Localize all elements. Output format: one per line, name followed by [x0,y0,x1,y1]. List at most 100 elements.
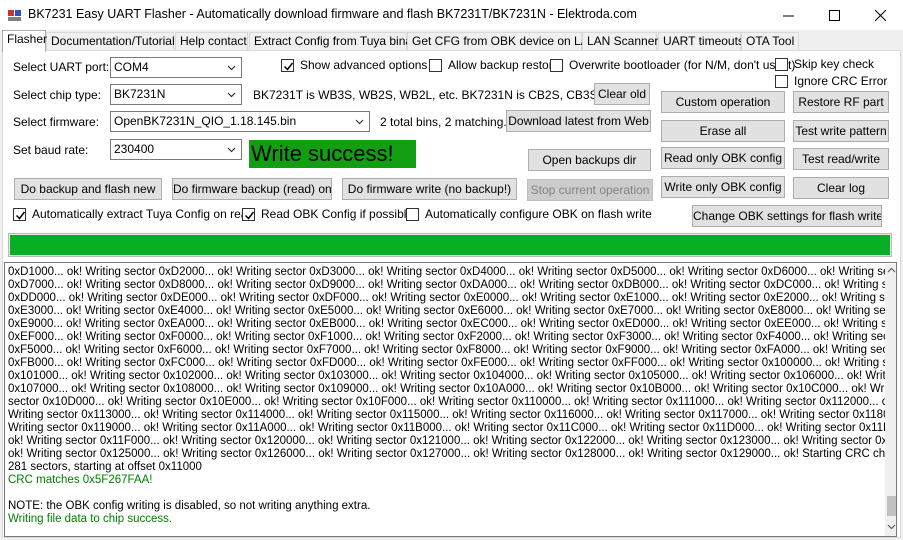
scroll-up-icon[interactable] [887,267,896,273]
uart-port-select[interactable]: COM4 [110,57,242,78]
maximize-button[interactable] [811,0,857,30]
log-line: 0x101000... ok! Writing sector 0x102000.… [8,370,897,382]
close-button[interactable] [857,0,903,30]
log-line: Writing sector 0x119000... ok! Writing s… [8,422,897,434]
overwrite-bootloader-label: Overwrite bootloader (for N/M, don't use… [569,58,796,72]
tab-get-cfg[interactable]: Get CFG from OBK device on LAN [407,32,597,51]
log-line: 0xDD000... ok! Writing sector 0xDE000...… [8,292,897,304]
checkbox-box [429,58,442,72]
open-backups-button[interactable]: Open backups dir [528,149,651,171]
auto-configure-obk-label: Automatically configure OBK on flash wri… [425,207,652,221]
read-obk-config-button[interactable]: Read only OBK config [661,147,785,169]
chip-type-label: Select chip type: [13,88,102,102]
auto-configure-obk-checkbox[interactable]: Automatically configure OBK on flash wri… [406,207,652,221]
restore-rf-button[interactable]: Restore RF part [793,91,889,113]
checkbox-box [406,207,419,221]
change-obk-settings-button[interactable]: Change OBK settings for flash write [692,205,882,227]
check-icon [15,211,26,220]
log-line: 281 sectors, starting at offset 0x11000 [8,461,202,473]
log-line: Writing file data to chip success. [8,513,173,525]
app-icon [8,10,21,21]
check-icon [283,62,294,71]
chip-type-select[interactable]: BK7231N [110,84,242,105]
scrollbar-thumb[interactable] [887,496,896,516]
baud-rate-label: Set baud rate: [13,143,89,157]
minimize-icon [782,15,794,16]
stop-operation-button[interactable]: Stop current operation [527,179,653,201]
read-obk-config-label: Read OBK Config if possible [261,207,414,221]
log-line: Writing sector 0x113000... ok! Writing s… [8,409,897,421]
checkbox-box [550,58,563,72]
tab-documentation[interactable]: Documentation/Tutorials [46,32,181,51]
chip-type-value: BK7231N [114,87,166,101]
log-output[interactable]: 0xD1000... ok! Writing sector 0xD2000...… [4,262,897,537]
progress-bar [8,233,892,257]
baud-rate-value: 230400 [114,142,155,156]
log-line: 0xF5000... ok! Writing sector 0xF6000...… [8,344,897,356]
log-line: 0xEF000... ok! Writing sector 0xF0000...… [8,331,897,343]
title-bar: BK7231 Easy UART Flasher - Automatically… [0,0,903,30]
allow-backup-restore-checkbox[interactable]: Allow backup restore [429,58,559,72]
custom-operation-button[interactable]: Custom operation [661,91,785,113]
log-line: 0xE3000... ok! Writing sector 0xE4000...… [8,305,897,317]
chevron-down-icon [227,92,236,98]
tab-uart-timeouts[interactable]: UART timeouts [658,32,744,51]
checkbox-box [242,207,255,221]
log-line: 0xFB000... ok! Writing sector 0xFC000...… [8,357,897,369]
auto-extract-tuya-label: Automatically extract Tuya Config on rea… [32,207,255,221]
firmware-info-text: 2 total bins, 2 matching. [380,115,507,129]
show-advanced-label: Show advanced options [300,58,428,72]
firmware-value: OpenBK7231N_QIO_1.18.145.bin [114,114,297,128]
test-read-write-button[interactable]: Test read/write [793,148,889,170]
checkbox-box [281,58,294,72]
progress-fill [10,235,890,255]
log-line: 0x107000... ok! Writing sector 0x108000.… [8,383,897,395]
backup-and-flash-button[interactable]: Do backup and flash new [14,178,162,200]
window-title: BK7231 Easy UART Flasher - Automatically… [28,7,637,21]
clear-log-button[interactable]: Clear log [793,177,889,199]
scroll-down-icon[interactable] [887,524,896,530]
firmware-backup-button[interactable]: Do firmware backup (read) only [172,178,332,200]
tab-lan-scanner[interactable]: LAN Scanner [582,32,658,51]
chevron-down-icon [227,147,236,153]
write-obk-config-button[interactable]: Write only OBK config [661,176,785,198]
ignore-crc-label: Ignore CRC Error [794,74,888,88]
log-scrollbar[interactable] [885,264,896,536]
firmware-write-button[interactable]: Do firmware write (no backup!) [342,178,517,200]
tab-help-contact[interactable]: Help contact [175,32,248,51]
chevron-down-icon [227,65,236,71]
firmware-label: Select firmware: [13,115,100,129]
baud-rate-select[interactable]: 230400 [110,139,242,160]
overwrite-bootloader-checkbox[interactable]: Overwrite bootloader (for N/M, don't use… [550,58,795,72]
log-line: 0xD1000... ok! Writing sector 0xD2000...… [8,266,897,278]
ignore-crc-checkbox[interactable]: Ignore CRC Error [775,74,887,88]
maximize-icon [828,9,840,21]
uart-port-label: Select UART port: [13,60,110,74]
auto-extract-tuya-checkbox[interactable]: Automatically extract Tuya Config on rea… [13,207,254,221]
log-line: 0xE9000... ok! Writing sector 0xEA000...… [8,318,897,330]
log-line: sector 0x10D000... ok! Writing sector 0x… [8,396,897,408]
chevron-down-icon [355,119,364,125]
log-line: ok! Writing sector 0x125000... ok! Writi… [8,448,897,460]
show-advanced-checkbox[interactable]: Show advanced options [281,58,427,72]
tab-extract-config[interactable]: Extract Config from Tuya binary [249,32,422,51]
allow-backup-restore-label: Allow backup restore [448,58,560,72]
firmware-select[interactable]: OpenBK7231N_QIO_1.18.145.bin [110,111,370,132]
check-icon [244,211,255,220]
chip-info-text: BK7231T is WB3S, WB2S, WB2L, etc. BK7231… [253,88,621,102]
tab-flasher[interactable]: Flasher [2,30,47,52]
minimize-button[interactable] [765,0,811,30]
clear-old-button[interactable]: Clear old [594,83,650,105]
checkbox-box [775,57,788,71]
read-obk-config-checkbox[interactable]: Read OBK Config if possible [242,207,413,221]
test-write-pattern-button[interactable]: Test write pattern [793,120,889,142]
checkbox-box [775,74,788,88]
uart-port-value: COM4 [114,60,149,74]
log-line: ok! Writing sector 0x11F000... ok! Writi… [8,435,897,447]
tab-ota-tool[interactable]: OTA Tool [741,32,799,51]
erase-all-button[interactable]: Erase all [661,120,785,142]
skip-key-check-label: Skip key check [794,57,875,71]
skip-key-check-checkbox[interactable]: Skip key check [775,57,874,71]
status-message: Write success! [249,140,416,168]
download-latest-button[interactable]: Download latest from Web [506,110,651,132]
